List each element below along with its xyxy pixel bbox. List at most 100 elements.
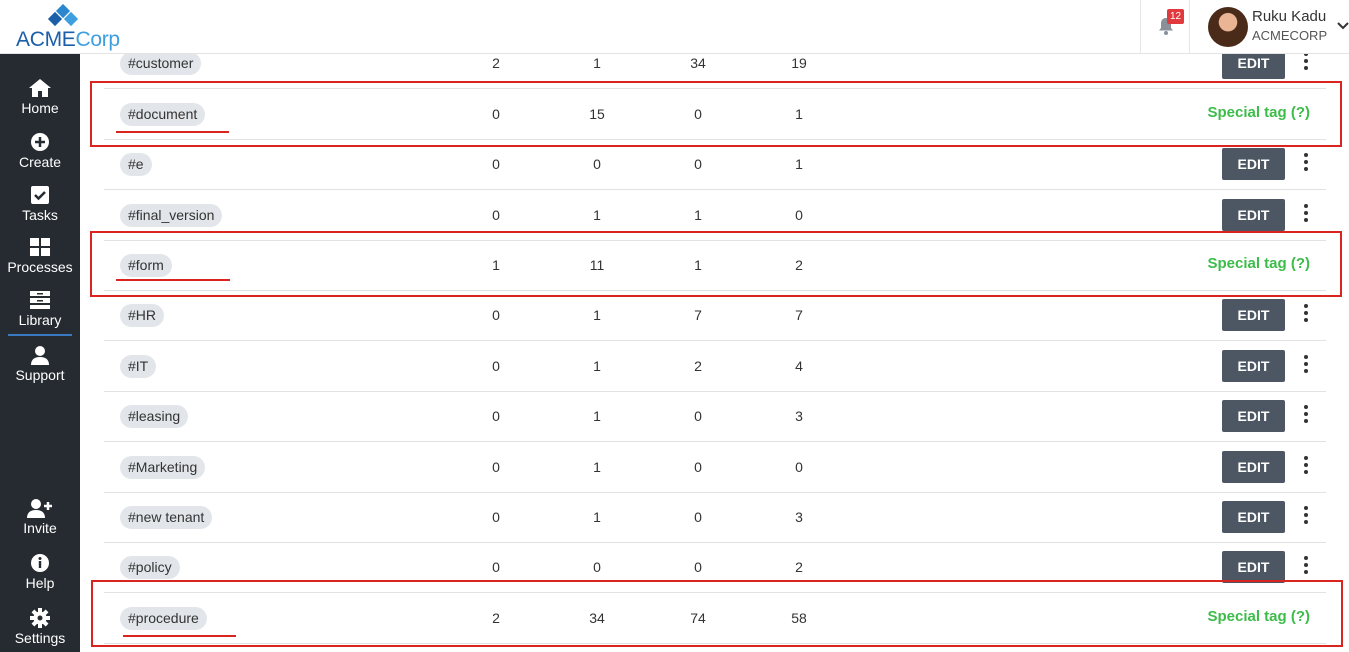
sidebar-item-label: Support [15,367,65,383]
library-icon [30,291,50,309]
tag-chip[interactable]: #e [120,153,152,176]
tag-count-4: 3 [795,408,803,424]
highlight-underline-form [116,279,230,281]
tag-count-3: 0 [694,559,702,575]
avatar[interactable] [1208,7,1248,47]
tag-count-4: 3 [795,509,803,525]
tag-count-3: 34 [690,55,706,71]
logo-text-corp: Corp [75,28,120,51]
info-icon [31,554,49,572]
more-options-icon[interactable] [1300,353,1312,379]
logo-text-acme: ACME [16,28,76,51]
tag-count-3: 0 [694,408,702,424]
tag-chip[interactable]: #customer [120,54,202,75]
tag-count-4: 2 [795,559,803,575]
person-icon [31,346,49,365]
tag-count-1: 0 [492,408,500,424]
acme-logo[interactable]: ACMECorp [14,4,120,51]
tag-chip[interactable]: #HR [120,304,165,327]
highlight-underline-document [116,131,229,133]
tag-count-3: 0 [694,459,702,475]
highlight-box-form [90,231,1342,297]
sidebar-item-label: Home [21,100,59,116]
tag-count-2: 1 [593,408,601,424]
user-plus-icon [27,499,52,518]
tag-count-2: 1 [593,207,601,223]
plus-circle-icon [31,133,49,151]
edit-button[interactable]: EDIT [1222,501,1285,533]
tag-count-4: 7 [795,307,803,323]
tag-chip[interactable]: #leasing [120,405,189,428]
sidebar-item-tasks[interactable]: Tasks [0,185,80,223]
edit-button[interactable]: EDIT [1222,451,1285,483]
tag-count-4: 4 [795,358,803,374]
tag-count-2: 1 [593,55,601,71]
tag-count-2: 1 [593,509,601,525]
table-row: #HR 0 1 7 7 EDIT [104,291,1326,341]
sidebar-item-home[interactable]: Home [0,78,80,116]
sidebar-item-label: Help [25,575,55,591]
more-options-icon[interactable] [1300,504,1312,530]
more-options-icon[interactable] [1300,151,1312,177]
more-options-icon[interactable] [1300,54,1312,76]
edit-button[interactable]: EDIT [1222,148,1285,180]
sidebar-item-create[interactable]: Create [0,132,80,170]
sidebar-item-processes[interactable]: Processes [0,237,80,275]
tag-count-2: 1 [593,307,601,323]
sidebar-item-settings[interactable]: Settings [0,608,80,646]
library-active-indicator [8,334,72,336]
tag-count-4: 0 [795,207,803,223]
tag-count-1: 0 [492,559,500,575]
highlight-box-procedure [91,580,1343,647]
tag-chip[interactable]: #new tenant [120,506,213,529]
edit-button[interactable]: EDIT [1222,350,1285,382]
tag-count-1: 0 [492,509,500,525]
tag-count-1: 2 [492,55,500,71]
tag-count-3: 2 [694,358,702,374]
edit-button[interactable]: EDIT [1222,551,1285,583]
grid-icon [30,238,50,256]
notification-count-badge: 12 [1167,9,1185,24]
gear-icon [30,608,50,628]
tag-chip[interactable]: #policy [120,556,180,579]
tag-count-3: 1 [694,207,702,223]
sidebar-item-library[interactable]: Library [0,290,80,328]
tag-count-1: 0 [492,156,500,172]
tag-count-3: 7 [694,307,702,323]
logo-diamonds-icon [47,4,79,27]
tag-count-2: 0 [593,156,601,172]
tag-count-2: 1 [593,358,601,374]
sidebar-item-help[interactable]: Help [0,553,80,591]
sidebar: Home Create Tasks Processes Library Supp… [0,54,80,652]
sidebar-item-invite[interactable]: Invite [0,498,80,536]
more-options-icon[interactable] [1300,202,1312,228]
edit-button[interactable]: EDIT [1222,199,1285,231]
edit-button[interactable]: EDIT [1222,54,1285,79]
sidebar-item-label: Tasks [22,207,58,223]
more-options-icon[interactable] [1300,454,1312,480]
notifications-button[interactable]: 12 [1140,0,1190,54]
tag-count-1: 0 [492,459,500,475]
sidebar-item-support[interactable]: Support [0,345,80,383]
user-org: ACMECORP [1252,28,1328,43]
top-bar: ACMECorp 12 Ruku Kadu ACMECORP [0,0,1349,54]
edit-button[interactable]: EDIT [1222,299,1285,331]
chevron-down-icon[interactable] [1337,22,1349,30]
checkbox-icon [31,186,49,204]
logo-text: ACMECorp [16,28,120,52]
tag-count-2: 1 [593,459,601,475]
more-options-icon[interactable] [1300,554,1312,580]
tag-chip[interactable]: #IT [120,355,157,378]
tag-chip[interactable]: #final_version [120,204,223,227]
table-row: #Marketing 0 1 0 0 EDIT [104,443,1326,493]
tag-count-3: 0 [694,509,702,525]
home-icon [29,79,51,97]
highlight-underline-procedure [123,635,236,637]
user-name: Ruku Kadu [1252,8,1327,25]
tag-chip[interactable]: #Marketing [120,456,206,479]
sidebar-item-label: Invite [23,520,57,536]
tag-count-1: 0 [492,207,500,223]
more-options-icon[interactable] [1300,403,1312,429]
edit-button[interactable]: EDIT [1222,400,1285,432]
more-options-icon[interactable] [1300,302,1312,328]
